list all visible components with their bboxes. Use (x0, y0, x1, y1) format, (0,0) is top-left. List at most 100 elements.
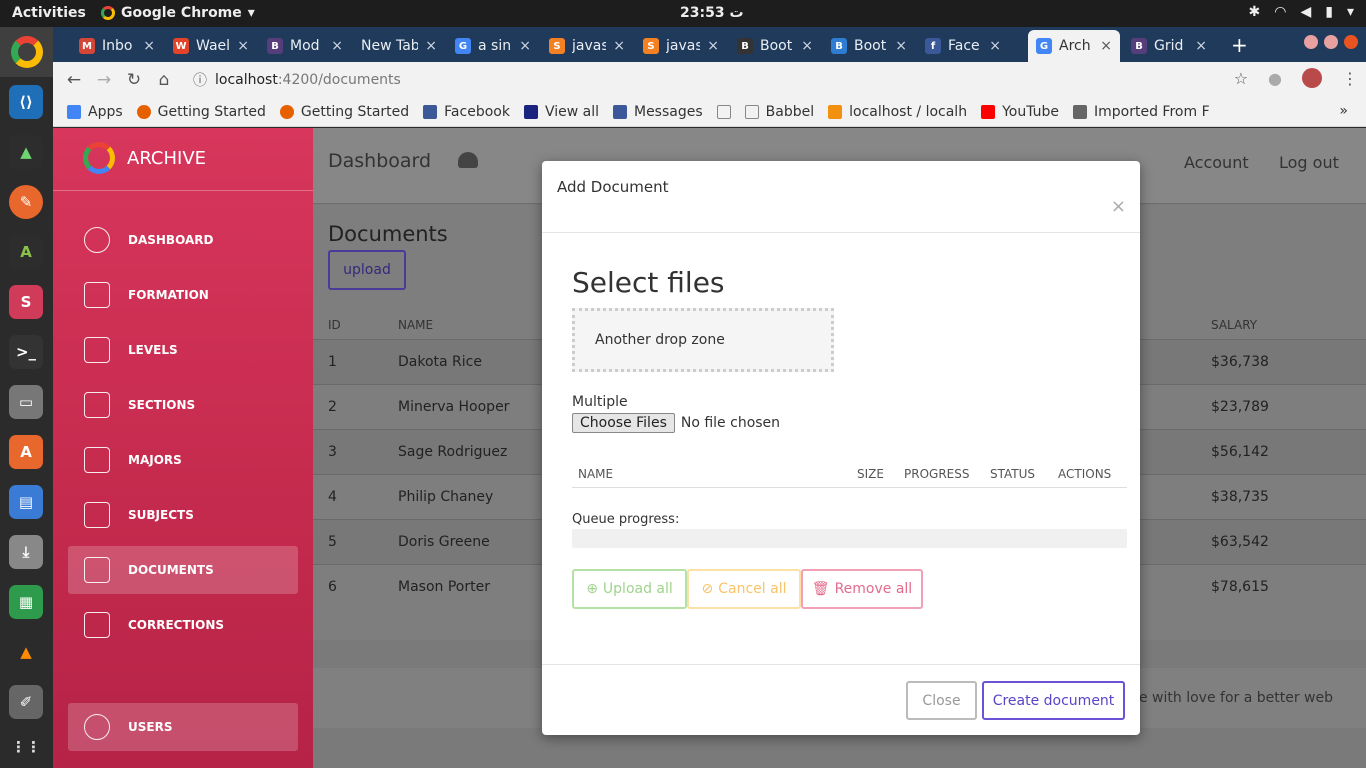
app-menu[interactable]: Google Chrome ▾ (101, 5, 255, 21)
dock-writer-icon[interactable]: ▤ (9, 485, 43, 519)
browser-tab[interactable]: New Tab × (353, 30, 445, 62)
volume-icon[interactable]: ◀ (1300, 4, 1311, 20)
footer-text: made with love for a better web (1107, 690, 1333, 706)
sidebar-item-users[interactable]: USERS (68, 703, 298, 751)
new-tab-icon[interactable]: + (1231, 33, 1248, 57)
bookmark-folder[interactable]: Imported From F (1073, 104, 1210, 120)
file-input[interactable]: Choose Files No file chosen (572, 413, 780, 433)
dock-calc-icon[interactable]: ▦ (9, 585, 43, 619)
battery-icon[interactable]: ▮ (1325, 4, 1333, 20)
bookmark-item[interactable]: Facebook (423, 104, 510, 120)
close-icon[interactable]: × (613, 38, 625, 54)
minimize-icon[interactable] (1304, 35, 1318, 49)
upload-all-button[interactable]: ⊕ Upload all (572, 569, 687, 609)
close-icon[interactable]: × (143, 38, 155, 54)
account-link[interactable]: Account (1184, 153, 1249, 172)
sidebar-item-levels[interactable]: LEVELS (68, 326, 298, 374)
drop-zone[interactable]: Another drop zone (572, 308, 834, 372)
dock-rocket-icon[interactable]: ▲ (9, 135, 43, 169)
close-icon[interactable]: × (989, 38, 1001, 54)
bookmark-item[interactable]: localhost / localh (828, 104, 967, 120)
remove-all-button[interactable]: 🗑 Remove all (801, 569, 923, 609)
browser-tab[interactable]: Sjavas × (541, 30, 633, 62)
bookmark-apps[interactable]: Apps (67, 104, 123, 120)
dock-slack-icon[interactable]: S (9, 285, 43, 319)
sidebar-item-documents[interactable]: DOCUMENTS (68, 546, 298, 594)
dock-android-studio-icon[interactable]: A (9, 235, 43, 269)
close-icon[interactable]: × (237, 38, 249, 54)
maximize-icon[interactable] (1324, 35, 1338, 49)
activities-button[interactable]: Activities (12, 5, 86, 21)
sidebar-item-subjects[interactable]: SUBJECTS (68, 491, 298, 539)
dock-vlc-icon[interactable]: ▲ (9, 635, 43, 669)
extension-icon[interactable]: ● (1268, 69, 1282, 88)
close-icon[interactable]: × (1195, 38, 1207, 54)
bookmark-item[interactable]: Getting Started (136, 104, 266, 120)
bookmark-item[interactable]: View all (523, 104, 599, 120)
queue-header-progress: PROGRESS (904, 467, 970, 481)
kebab-menu-icon[interactable]: ⋮ (1342, 69, 1358, 88)
dock-software-icon[interactable]: A (9, 435, 43, 469)
chevron-right-icon[interactable]: » (1339, 103, 1348, 119)
system-tray[interactable]: ✱ ◠ ◀ ▮ ▾ (1249, 4, 1354, 20)
browser-tab[interactable]: Ga sin × (447, 30, 539, 62)
settings-tray-icon[interactable]: ✱ (1249, 4, 1261, 20)
bookmark-item[interactable]: YouTube (981, 104, 1059, 120)
clock[interactable]: 23:53 ت (680, 5, 744, 21)
documents-title: Documents (328, 222, 448, 246)
bookmark-item[interactable]: Messages (612, 104, 703, 120)
dock-files-icon[interactable]: ▭ (9, 385, 43, 419)
wifi-icon[interactable]: ◠ (1274, 4, 1286, 20)
dock-postman-icon[interactable]: ✎ (9, 185, 43, 219)
sidebar-item-sections[interactable]: SECTIONS (68, 381, 298, 429)
dock-chrome-icon[interactable] (0, 27, 53, 77)
bookmark-item[interactable]: Babbel (744, 104, 814, 120)
power-menu-icon[interactable]: ▾ (1347, 4, 1354, 20)
close-icon[interactable]: × (801, 38, 813, 54)
sidebar-item-formation[interactable]: FORMATION (68, 271, 298, 319)
browser-tab[interactable]: B Grid × (1123, 30, 1215, 62)
forward-arrow-icon[interactable]: → (89, 70, 119, 90)
dock-installer-icon[interactable]: ⤓ (9, 535, 43, 569)
browser-tab-active[interactable]: G Arch × (1028, 30, 1120, 62)
create-document-button[interactable]: Create document (982, 681, 1125, 720)
close-button[interactable]: Close (906, 681, 977, 720)
home-icon[interactable]: ⌂ (149, 70, 179, 90)
dock-vscode-icon[interactable]: ⟨⟩ (9, 85, 43, 119)
upload-button[interactable]: upload (328, 250, 406, 290)
close-icon[interactable]: × (331, 38, 343, 54)
dock-terminal-icon[interactable]: >_ (9, 335, 43, 369)
close-icon[interactable]: × (519, 38, 531, 54)
sidebar-item-dashboard[interactable]: DASHBOARD (68, 216, 298, 264)
avatar[interactable] (1302, 68, 1322, 88)
close-icon[interactable]: × (895, 38, 907, 54)
choose-files-button[interactable]: Choose Files (572, 413, 675, 433)
close-icon[interactable]: × (1100, 38, 1112, 54)
reload-icon[interactable]: ↻ (119, 70, 149, 90)
brand[interactable]: ARCHIVE (83, 142, 206, 174)
bookmark-item[interactable]: Getting Started (279, 104, 409, 120)
browser-tab[interactable]: W Wael × (165, 30, 257, 62)
bookmark-item[interactable] (716, 104, 731, 119)
logout-link[interactable]: Log out (1279, 153, 1339, 172)
browser-tab[interactable]: M Inbo × (71, 30, 163, 62)
star-icon[interactable]: ☆ (1234, 69, 1248, 88)
close-icon[interactable]: × (1111, 196, 1126, 217)
window-close-icon[interactable] (1344, 35, 1358, 49)
browser-tab[interactable]: Sjavas × (635, 30, 727, 62)
close-icon[interactable]: × (707, 38, 719, 54)
info-icon[interactable]: ⓘ (193, 70, 207, 90)
dock-text-editor-icon[interactable]: ✐ (9, 685, 43, 719)
cell-id: 1 (328, 354, 337, 370)
sidebar-item-corrections[interactable]: CORRECTIONS (68, 601, 298, 649)
cancel-all-button[interactable]: ⊘ Cancel all (687, 569, 801, 609)
dock-show-apps-icon[interactable]: ⋮⋮ (9, 730, 43, 764)
sidebar-item-majors[interactable]: MAJORS (68, 436, 298, 484)
browser-tab[interactable]: B Mod × (259, 30, 351, 62)
back-arrow-icon[interactable]: ← (59, 70, 89, 90)
browser-tab[interactable]: B Boot × (729, 30, 821, 62)
close-icon[interactable]: × (425, 38, 437, 54)
browser-tab[interactable]: B Boot × (823, 30, 915, 62)
browser-tab[interactable]: f Face × (917, 30, 1009, 62)
address-bar[interactable]: ⓘ localhost:4200/documents (193, 65, 1243, 94)
